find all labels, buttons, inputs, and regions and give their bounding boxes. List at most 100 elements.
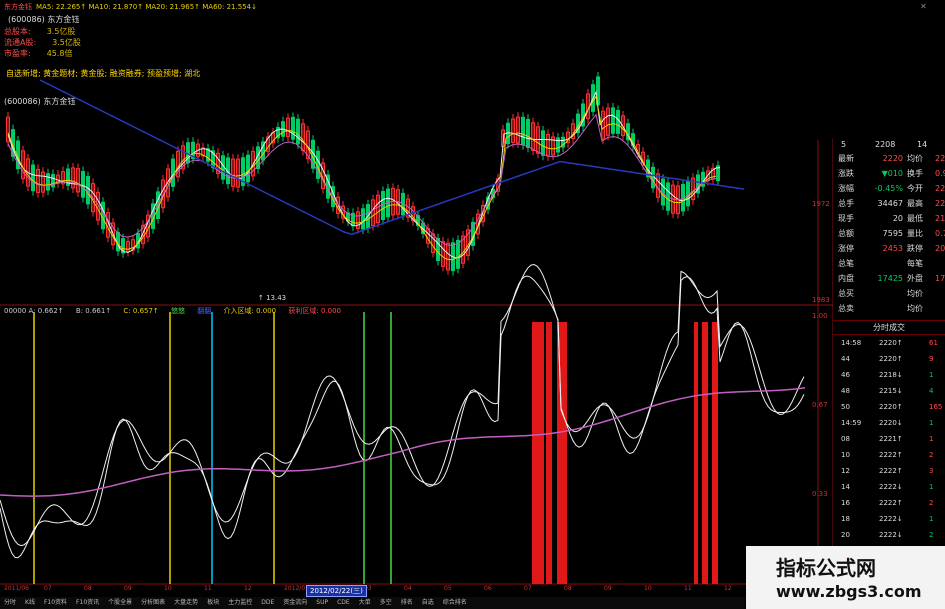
bottom-tab[interactable]: K线 — [25, 599, 35, 606]
tick-qty: 1 — [929, 419, 934, 427]
bottom-tab[interactable]: 资金流向 — [283, 599, 307, 606]
quote-value-2: 2235 — [935, 184, 945, 193]
bottom-tab[interactable]: DDE — [261, 599, 274, 606]
tick-time: 12 — [841, 467, 850, 475]
candle-body — [46, 173, 50, 191]
quote-row: 涨幅 -0.45% 今开 2235 — [833, 182, 945, 195]
date-axis: 2011/060708091011122012/0102030405060708… — [0, 585, 820, 597]
date-tick: 11 — [204, 585, 212, 592]
tick-qty: 2 — [929, 451, 934, 459]
tick-time: 14:58 — [841, 339, 862, 347]
tick-row: 16 2222↑ 2 — [833, 496, 945, 510]
tick-time: 14:59 — [841, 419, 862, 427]
candle-body — [101, 201, 105, 230]
quote-top-3: 14 — [917, 140, 928, 149]
tick-header: 分时成交 — [833, 320, 945, 335]
tick-row: 48 2215↓ 4 — [833, 384, 945, 398]
quote-value-2: 17042 — [935, 274, 945, 283]
date-tick: 05 — [444, 585, 452, 592]
quote-label-2: 最低 — [907, 214, 923, 223]
tick-time: 44 — [841, 355, 850, 363]
quote-value: 20 — [892, 214, 903, 223]
candle-body — [611, 107, 615, 134]
indicator-b: B: 0.661↑ — [75, 307, 112, 315]
quote-row: 涨停 2453 跌停 2007 — [833, 242, 945, 255]
tick-row: 10 2222↑ 2 — [833, 448, 945, 462]
low-price-marker: ↑ 13.43 — [258, 294, 287, 302]
indicator-youyou: 悠悠 — [171, 307, 186, 315]
quote-top-2: 2208 — [875, 140, 896, 149]
tick-time: 16 — [841, 499, 850, 507]
tick-price: 2222↑ — [879, 467, 903, 475]
bottom-tab[interactable]: 大单 — [359, 599, 371, 606]
indicator-c: C: 0.657↑ — [123, 307, 159, 315]
tick-qty: 9 — [929, 355, 934, 363]
stock-code-line: (600086) 东方金钰 — [4, 97, 76, 106]
candle-body — [86, 176, 90, 205]
quote-value-2: 2204 — [935, 154, 945, 163]
quote-value: 2453 — [882, 244, 903, 253]
tick-price: 2222↑ — [879, 499, 903, 507]
close-icon[interactable]: ✕ — [920, 2, 927, 11]
date-tick: 08 — [564, 585, 572, 592]
tick-row: 12 2222↑ 3 — [833, 464, 945, 478]
date-tick: 10 — [164, 585, 172, 592]
bottom-tab[interactable]: 综合排名 — [443, 599, 467, 606]
bottom-tab[interactable]: F10资讯 — [76, 599, 99, 606]
candle-body — [526, 118, 530, 148]
quote-value: 34467 — [877, 199, 903, 208]
indicator-axis-low: 0.33 — [812, 490, 828, 498]
bottom-tab[interactable]: 排名 — [401, 599, 413, 606]
signal-bar — [546, 322, 552, 584]
bottom-tab[interactable]: CDE — [337, 599, 350, 606]
bottom-tab[interactable]: F10资料 — [44, 599, 67, 606]
tick-price: 2220↓ — [879, 419, 903, 427]
indicator-line-c — [0, 387, 806, 497]
quote-row: 最新 2220 均价 2204 — [833, 152, 945, 165]
quote-panel: 5 2208 14 最新2220均价2204涨跌▼010换手0.98%涨幅-0.… — [833, 138, 945, 609]
tick-row: 20 2222↓ 2 — [833, 528, 945, 542]
quote-label-2: 每笔 — [907, 259, 923, 268]
bottom-tab[interactable]: 主力监控 — [228, 599, 252, 606]
quote-value: 17425 — [877, 274, 903, 283]
kpi-total-shares: 总股本: 3.5亿股 — [4, 27, 76, 36]
bottom-tab[interactable]: 分时 — [4, 599, 16, 606]
quote-label-2: 跌停 — [907, 244, 923, 253]
tick-price: 2220↑ — [879, 403, 903, 411]
signal-bar — [694, 322, 698, 584]
concept-tags: 自选新增; 黄金题材; 黄金股; 融资融券; 预盈预增; 湖北 — [6, 69, 201, 78]
tick-row: 50 2220↑ 165 — [833, 400, 945, 414]
candle-body — [246, 154, 250, 183]
quote-top-1: 5 — [841, 140, 847, 149]
bottom-tab[interactable]: SUP — [316, 599, 328, 606]
bottom-tab[interactable]: 板块 — [207, 599, 219, 606]
bottom-tab[interactable]: 多空 — [380, 599, 392, 606]
quote-row: 总卖 均价 — [833, 302, 945, 315]
date-tick: 2011/06 — [4, 585, 29, 592]
selected-date[interactable]: 2012/02/22(三) — [306, 585, 367, 597]
quote-value-2: 0.76 — [935, 229, 945, 238]
bottom-tab[interactable]: 个股全景 — [108, 599, 132, 606]
tick-qty: 4 — [929, 387, 934, 395]
indicator-fanfan: 翻翻 — [197, 307, 212, 315]
tick-qty: 1 — [929, 515, 934, 523]
candle-body — [296, 118, 300, 145]
quote-label: 最新 — [838, 154, 854, 163]
bottom-tab[interactable]: 自选 — [422, 599, 434, 606]
watermark-url: www.zbgs3.com — [776, 582, 922, 601]
bottom-tab[interactable]: 大盘走势 — [174, 599, 198, 606]
tick-time: 48 — [841, 387, 850, 395]
tick-qty: 1 — [929, 483, 934, 491]
date-tick: 04 — [404, 585, 412, 592]
date-tick: 06 — [484, 585, 492, 592]
date-tick: 12 — [724, 585, 732, 592]
bottom-tab[interactable]: 分析图表 — [141, 599, 165, 606]
price-chart-canvas[interactable] — [0, 0, 833, 597]
quote-value: 7595 — [882, 229, 903, 238]
quote-label-2: 今开 — [907, 184, 923, 193]
quote-label: 总手 — [838, 199, 854, 208]
quote-row: 总笔 每笔 — [833, 257, 945, 270]
quote-label: 涨跌 — [838, 169, 854, 178]
tick-time: 18 — [841, 515, 850, 523]
candle-body — [616, 109, 620, 134]
